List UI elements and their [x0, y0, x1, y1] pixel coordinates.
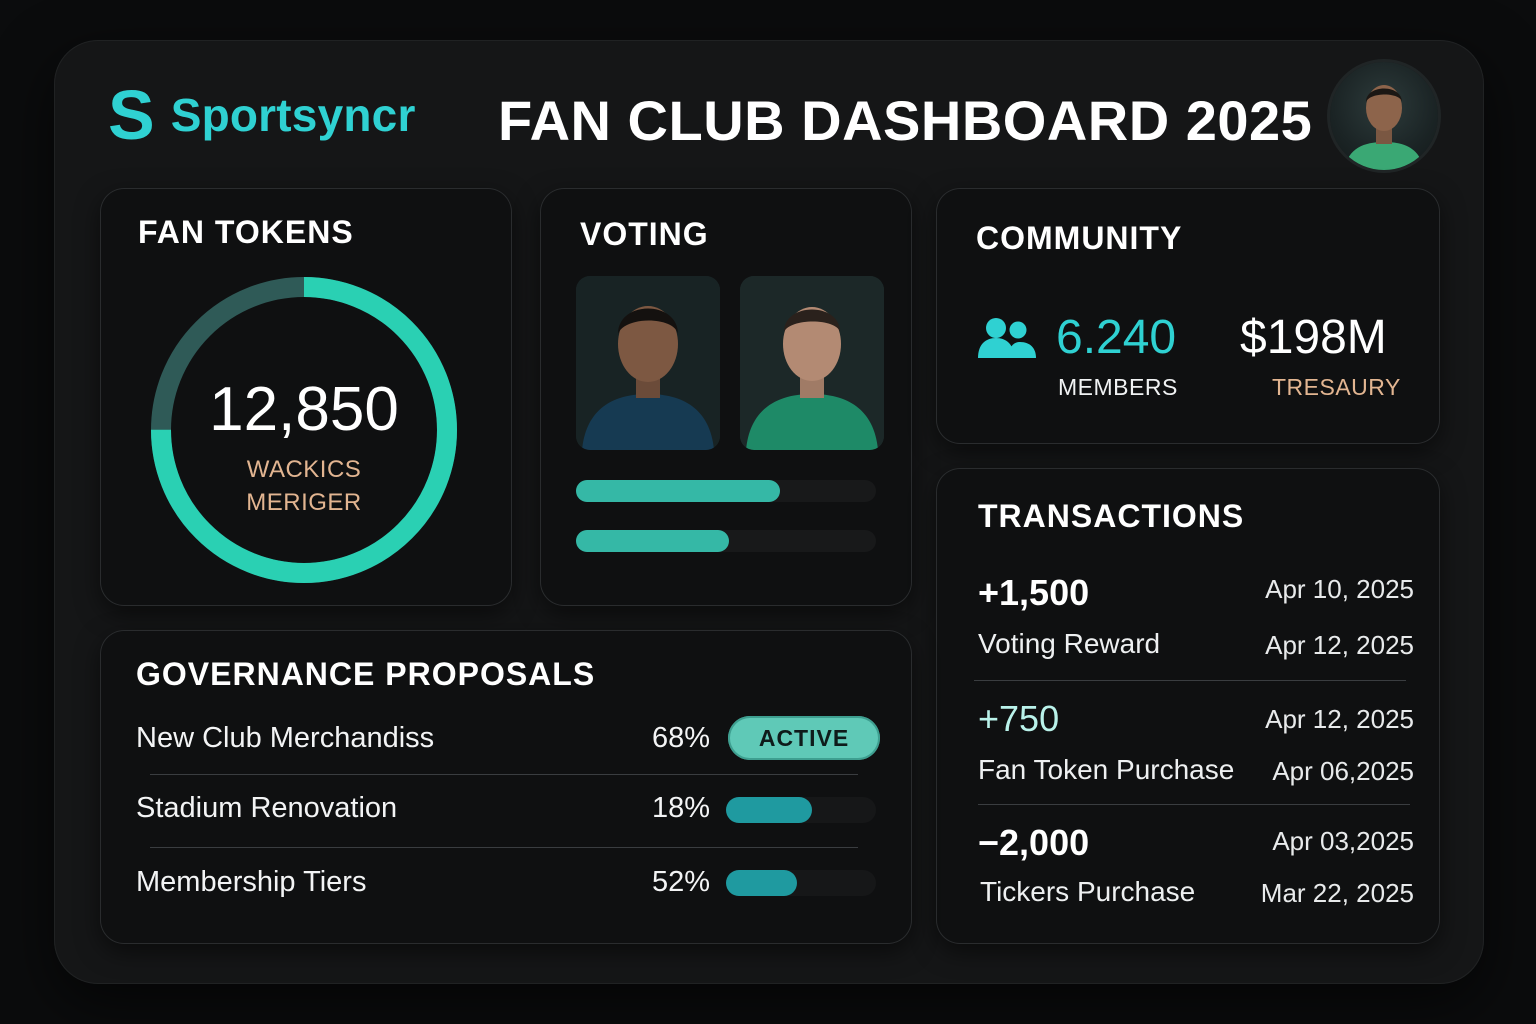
candidate-1-photo-icon[interactable]: [576, 276, 720, 450]
tx-divider: [978, 804, 1410, 805]
members-label: MEMBERS: [1058, 374, 1178, 400]
proposal-3-bar: [726, 870, 876, 896]
proposal-divider: [150, 847, 858, 848]
proposal-divider: [150, 774, 858, 775]
brand-mark: S: [108, 76, 155, 154]
proposal-2-name[interactable]: Stadium Renovation: [136, 792, 397, 825]
user-avatar-icon[interactable]: [1330, 62, 1438, 170]
fan-tokens-title: FAN TOKENS: [138, 214, 354, 250]
voting-title: VOTING: [580, 216, 709, 252]
tx-2-date-1: Apr 12, 2025: [1265, 704, 1414, 734]
proposal-3-name[interactable]: Membership Tiers: [136, 866, 366, 899]
proposal-2-bar-fill: [726, 797, 812, 823]
members-value: 6.240: [1056, 311, 1177, 364]
proposal-1-name[interactable]: New Club Merchandiss: [136, 722, 434, 755]
governance-title: GOVERNANCE PROPOSALS: [136, 656, 596, 692]
tx-2-amount: +750: [978, 698, 1060, 739]
community-title: COMMUNITY: [976, 220, 1183, 256]
candidate-1-vote-fill: [576, 480, 780, 502]
tx-3-date-2: Mar 22, 2025: [1260, 878, 1414, 908]
fan-tokens-value: 12,850: [209, 375, 399, 444]
tx-1-date-1: Apr 10, 2025: [1265, 574, 1414, 604]
treasury-label: TRESAURY: [1272, 374, 1401, 400]
proposal-1-percent: 68%: [651, 722, 710, 754]
tx-3-date-1: Apr 03,2025: [1272, 826, 1414, 856]
governance-card: GOVERNANCE PROPOSALS New Club Merchandis…: [100, 630, 912, 944]
tx-2-date-2: Apr 06,2025: [1272, 756, 1414, 786]
candidate-2-vote-bar: [576, 530, 876, 552]
proposal-2-percent: 18%: [651, 792, 710, 824]
proposal-3-bar-fill: [726, 870, 797, 896]
community-card: COMMUNITY 6.240 MEMBERS $198M TRESAURY: [936, 188, 1440, 444]
tx-1-desc: Voting Reward: [978, 628, 1161, 659]
tx-2-desc: Fan Token Purchase: [978, 754, 1235, 785]
page-title: FAN CLUB DASHBOARD 2025: [498, 89, 1313, 152]
transactions-card: TRANSACTIONS +1,500 Apr 10, 2025 Voting …: [936, 468, 1440, 944]
tx-divider: [974, 680, 1406, 681]
treasury-value: $198M: [1240, 311, 1387, 364]
proposal-1-status-button[interactable]: ACTIVE: [728, 716, 880, 760]
proposal-2-bar: [726, 797, 876, 823]
tx-3-desc: Tickers Purchase: [980, 876, 1196, 907]
voting-card: VOTING: [540, 188, 912, 606]
fan-tokens-ring: 12,850 WACKICS MERIGER: [148, 274, 460, 586]
transactions-title: TRANSACTIONS: [978, 498, 1245, 534]
candidate-2-vote-fill: [576, 530, 729, 552]
candidate-2-photo-icon[interactable]: [740, 276, 884, 450]
tx-1-amount: +1,500: [978, 572, 1090, 613]
proposal-3-percent: 52%: [651, 866, 710, 898]
fan-tokens-label-2: MERIGER: [246, 489, 362, 516]
tx-1-date-2: Apr 12, 2025: [1265, 630, 1414, 660]
brand-name: Sportsyncr: [170, 89, 416, 141]
candidate-1-vote-bar: [576, 480, 876, 502]
fan-tokens-label-1: WACKICS: [246, 456, 362, 483]
fan-tokens-card: FAN TOKENS 12,850 WACKICS MERIGER: [100, 188, 512, 606]
tx-3-amount: −2,000: [978, 822, 1090, 863]
people-icon: [976, 316, 1038, 365]
brand-logo[interactable]: S Sportsyncr: [108, 80, 416, 150]
